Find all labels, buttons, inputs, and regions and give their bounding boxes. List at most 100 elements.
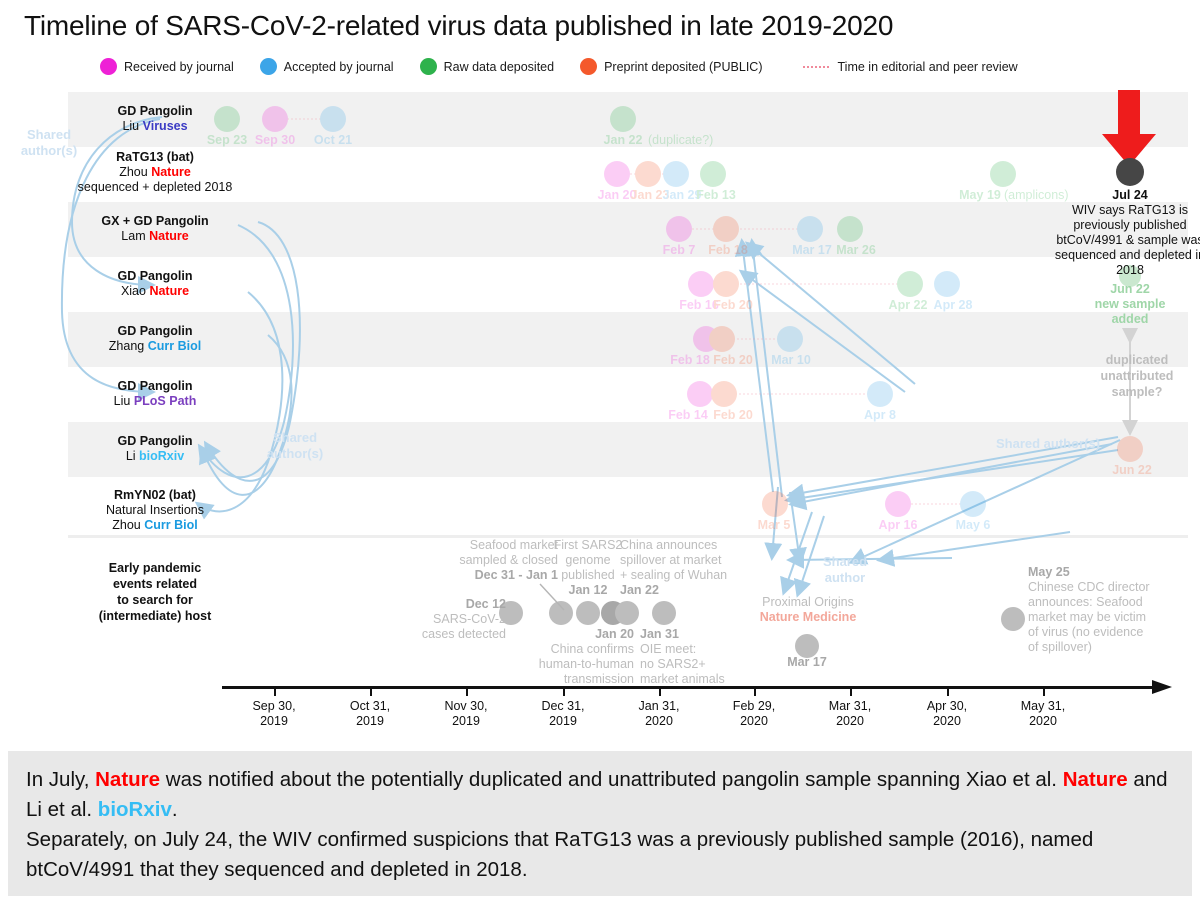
journal-name: Nature [149,229,189,243]
event-label: Feb 18 [670,353,710,367]
event-text-jan12: First SARS2 genome published Jan 12 [553,538,623,597]
review-span [679,228,810,230]
event-label: Feb 20 [713,298,753,312]
row-subtitle: Zhou Curr Biol [112,518,198,532]
axis-tick [947,686,949,696]
legend-item-raw-data: Raw data deposited [419,58,555,75]
event-text-dec31-jan1: Seafood market sampled & closed Dec 31 - J… [459,538,558,582]
event-dot-raw [214,106,240,132]
axis-tick [274,686,276,696]
event-dot-jan22 [615,601,639,625]
event-text-mar17: Proximal Origins Nature Medicine [759,595,857,624]
row-title: GD Pangolin [117,269,193,283]
event-label: Feb 14 [668,408,708,422]
axis-tick [850,686,852,696]
row-subtitle: Lam Nature [121,229,189,243]
duplicated-sample-note: duplicated unattributed sample? [1100,353,1174,399]
row-label-zhang-currbiol: GD Pangolin Zhang Curr Biol [50,324,260,354]
row-subtitle: Li bioRxiv [125,449,185,463]
row-label-liu-plospath: GD Pangolin Liu PLoS Path [50,379,260,409]
row-title: GD Pangolin [117,324,193,338]
event-dot-preprint [762,491,788,517]
event-text-jan20: Jan 20 China confirms human-to-human transm… [538,627,634,686]
journal-name: PLoS Path [133,394,197,408]
event-dot-jan31 [652,601,676,625]
legend-label: Preprint deposited (PUBLIC) [604,59,763,74]
caption-line-1: In July, Nature was notified about the p… [26,768,1168,821]
event-dot-preprint [713,271,739,297]
row-label-lam-nature: GX + GD Pangolin Lam Nature [50,214,260,244]
event-dot-accepted [320,106,346,132]
event-dot-preprint [713,216,739,242]
journal-name: Nature [95,768,161,791]
event-label: Jan 22 [603,133,643,147]
event-dot-received [688,271,714,297]
journal-name: Nature [151,165,191,179]
event-label: Feb 20 [713,353,753,367]
legend-item-review-line: Time in editorial and peer review [802,60,1018,74]
event-note: (amplicons) [1004,188,1069,202]
axis-tick-label: Oct 31, 2019 [349,699,391,728]
event-label: Mar 10 [771,353,811,367]
legend-item-preprint: Preprint deposited (PUBLIC) [580,58,763,75]
row-extra: Natural Insertions [106,503,204,517]
event-label: Feb 18 [708,243,748,257]
legend-label: Raw data deposited [443,59,555,74]
jul24-annotation-text: WIV says RaTG13 is previously published … [1054,203,1200,277]
event-dot-accepted [797,216,823,242]
row-title: GD Pangolin [117,379,193,393]
event-note: (duplicate?) [648,133,714,147]
shared-author-label: Shared author(s) [266,430,324,461]
event-label: Mar 17 [792,243,832,257]
axis-arrow-icon [1152,680,1172,694]
event-label: Feb 7 [662,243,696,257]
page-title: Timeline of SARS-CoV-2-related virus dat… [24,10,894,41]
event-dot-received [262,106,288,132]
event-label: May 19 [959,188,1001,202]
event-dot-raw [837,216,863,242]
jun22-new-sample-note: Jun 22 new sample added [1094,282,1166,326]
event-dot-accepted [777,326,803,352]
shared-author-label: Shared author [822,554,868,585]
circle-icon [580,58,598,75]
circle-icon [100,58,117,75]
event-dot-raw [700,161,726,187]
jul24-marker-dot [1116,158,1144,186]
legend-item-received: Received by journal [100,58,234,75]
legend-label: Received by journal [124,59,234,74]
legend-item-accepted: Accepted by journal [259,58,394,75]
row-subtitle: Zhang Curr Biol [108,339,202,353]
event-dot-received [885,491,911,517]
axis-tick [563,686,565,696]
circle-icon [259,58,277,75]
event-dot-preprint [711,381,737,407]
event-dot-accepted [934,271,960,297]
row-subtitle: Zhou Nature [119,165,191,179]
caption-line-2: Separately, on July 24, the WIV confirme… [26,828,1094,881]
event-dot-may25 [1001,607,1025,631]
axis-tick [370,686,372,696]
shared-author-label: Shared author(s) [995,436,1100,451]
event-label: Jun 22 [1112,463,1152,477]
shared-author-label: Shared author(s) [20,127,78,158]
event-label: Apr 22 [888,298,928,312]
event-text-jan22: China announces spillover at market + seal… [620,538,728,597]
event-label: Apr 16 [878,518,918,532]
axis-tick-label: Nov 30, 2019 [444,699,488,728]
event-dot-received [666,216,692,242]
event-text-jan31: Jan 31 OIE meet: no SARS2+ market animals [640,627,725,686]
journal-name: Nature [1062,768,1128,791]
event-dot-raw [990,161,1016,187]
event-label: Sep 30 [254,133,296,147]
journal-name: Curr Biol [144,518,198,532]
axis-tick [1043,686,1045,696]
event-label: Apr 8 [864,408,896,422]
event-text-dec12: Dec 12 SARS-CoV-2 cases detected [421,597,506,641]
row-label-zhou-rmyn02: RmYN02 (bat) Natural Insertions Zhou Cur… [50,488,260,533]
row-title: RmYN02 (bat) [114,488,196,502]
events-section-title: Early pandemic events related to search fo… [98,561,212,623]
journal-name: Nature [149,284,190,298]
journal-name: Curr Biol [147,339,202,353]
axis-tick-label: Apr 30, 2020 [926,699,968,728]
event-dot-received [604,161,630,187]
